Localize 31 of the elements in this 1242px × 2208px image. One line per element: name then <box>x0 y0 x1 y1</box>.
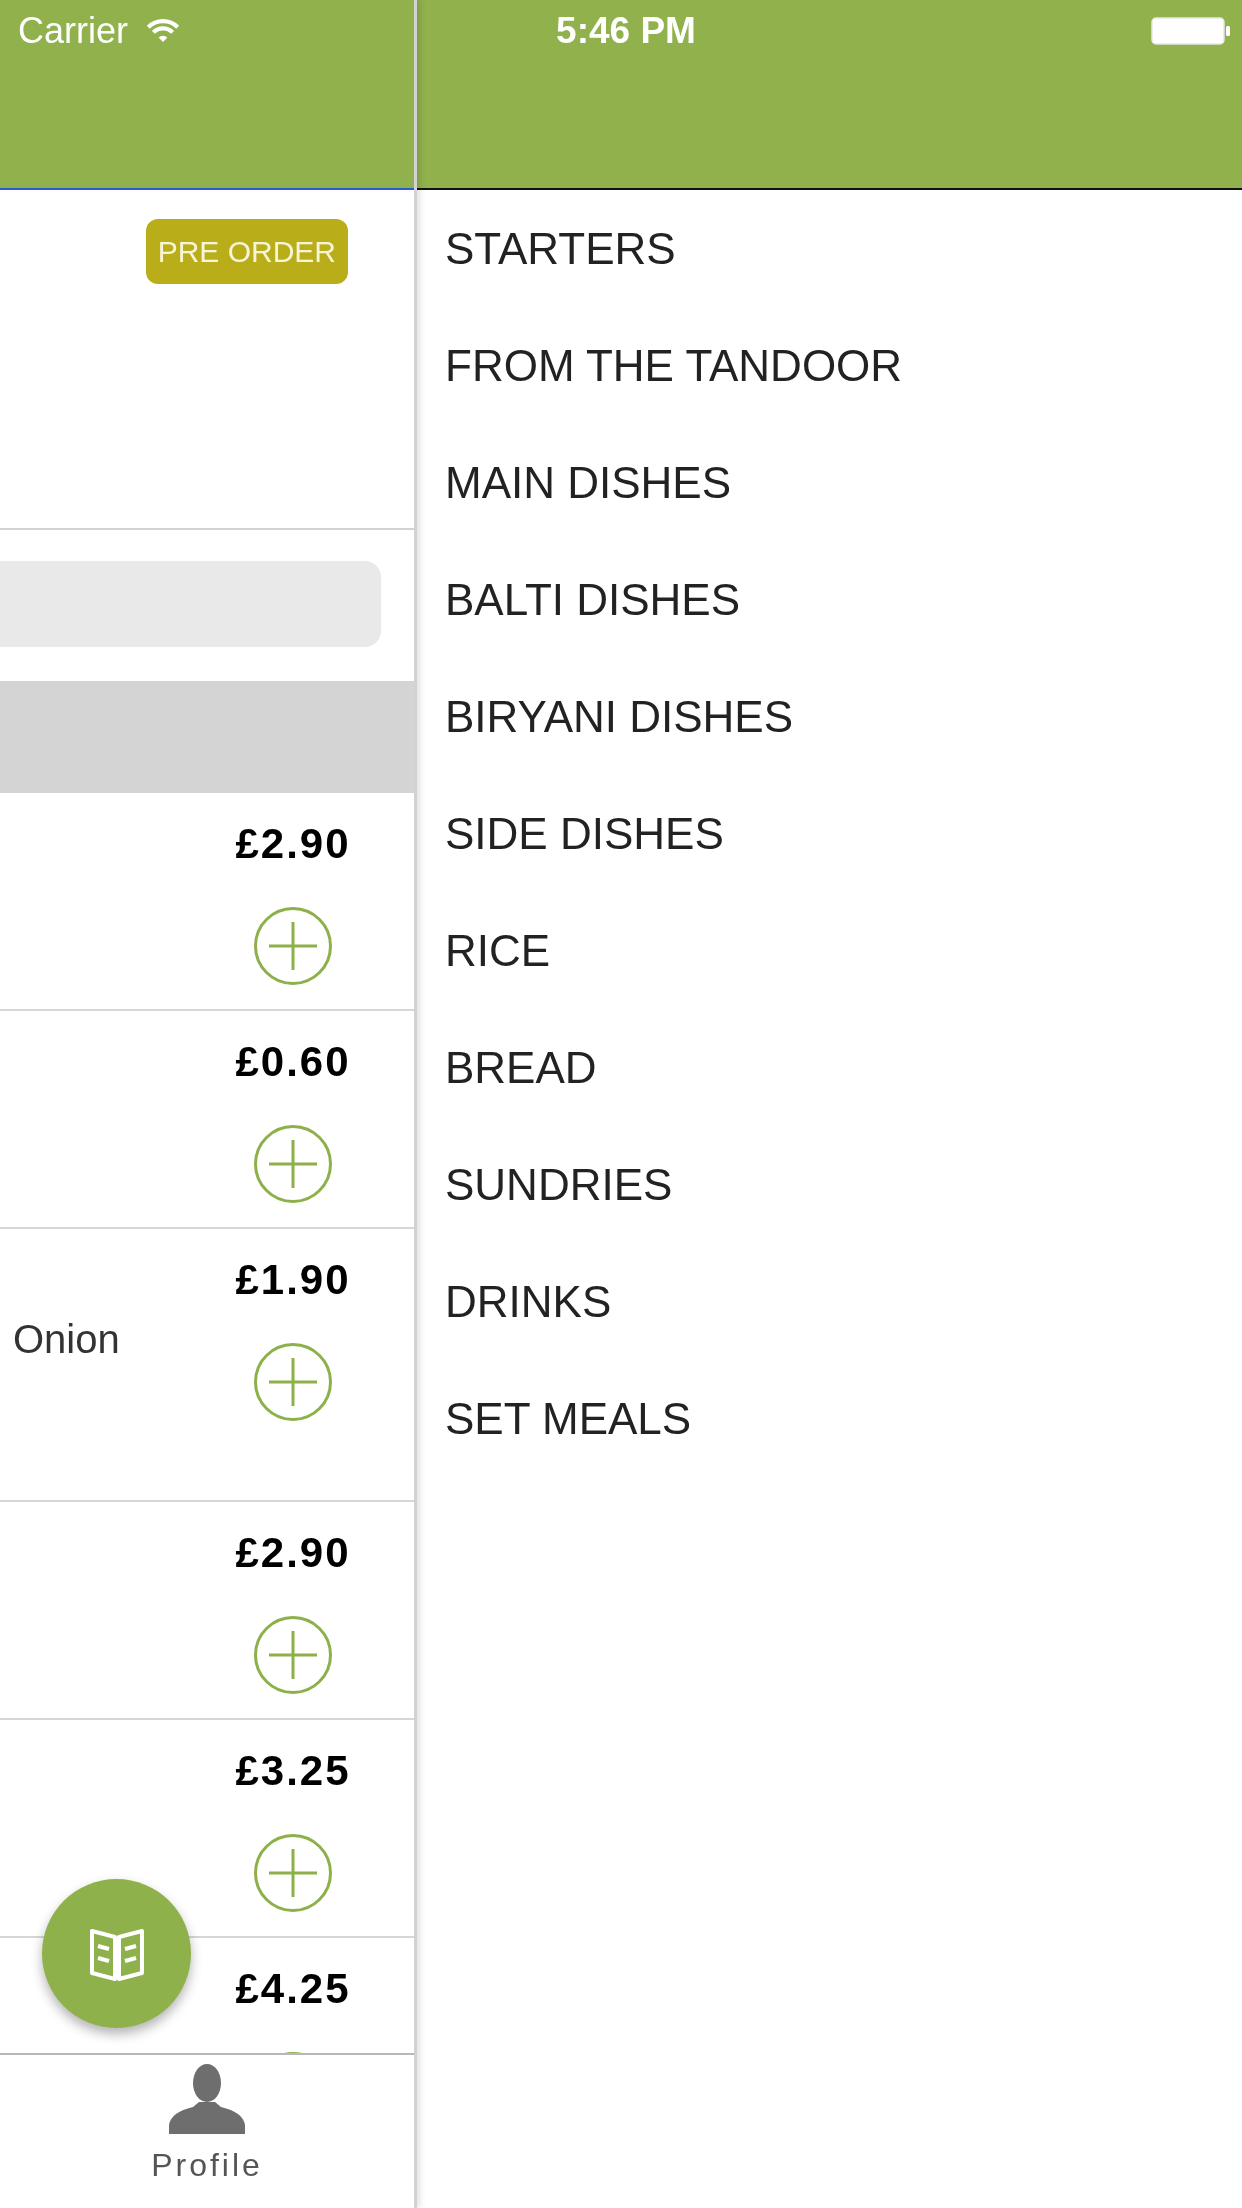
add-icon[interactable] <box>254 907 332 985</box>
profile-tab[interactable]: Profile <box>151 2055 263 2184</box>
menu-item[interactable]: MAIN DISHES <box>445 456 732 509</box>
book-icon <box>88 1926 145 1981</box>
menu-item[interactable]: FROM THE TANDOOR <box>445 339 903 392</box>
menu-item[interactable]: BALTI DISHES <box>445 573 741 626</box>
item-price: £2.90 <box>235 820 351 868</box>
menu-item[interactable]: SET MEALS <box>445 1392 692 1445</box>
item-price: £3.25 <box>235 1747 351 1795</box>
add-icon[interactable] <box>254 1616 332 1694</box>
menu-item[interactable]: BIRYANI DISHES <box>445 690 794 743</box>
item-price: £4.25 <box>235 1965 351 2013</box>
add-icon[interactable] <box>254 1834 332 1912</box>
wifi-icon <box>146 19 180 43</box>
battery-icon <box>1151 17 1231 45</box>
carrier-label: Carrier <box>18 10 128 52</box>
menu-item[interactable]: SUNDRIES <box>445 1158 673 1211</box>
menu-item[interactable]: SIDE DISHES <box>445 807 724 860</box>
menu-item[interactable]: BREAD <box>445 1041 597 1094</box>
add-icon[interactable] <box>254 1125 332 1203</box>
item-description: Onion <box>13 1317 120 1361</box>
menu-item[interactable]: STARTERS <box>445 222 676 275</box>
add-icon[interactable] <box>254 1343 332 1421</box>
menu-item[interactable]: RICE <box>445 924 551 977</box>
item-price: £2.90 <box>235 1529 351 1577</box>
item-price: £1.90 <box>235 1256 351 1304</box>
person-icon <box>169 2064 245 2134</box>
item-price: £0.60 <box>235 1038 351 1086</box>
menu-item[interactable]: DRINKS <box>445 1275 612 1328</box>
floating-action-button[interactable] <box>42 1879 191 2028</box>
status-time: 5:46 PM <box>556 9 696 53</box>
